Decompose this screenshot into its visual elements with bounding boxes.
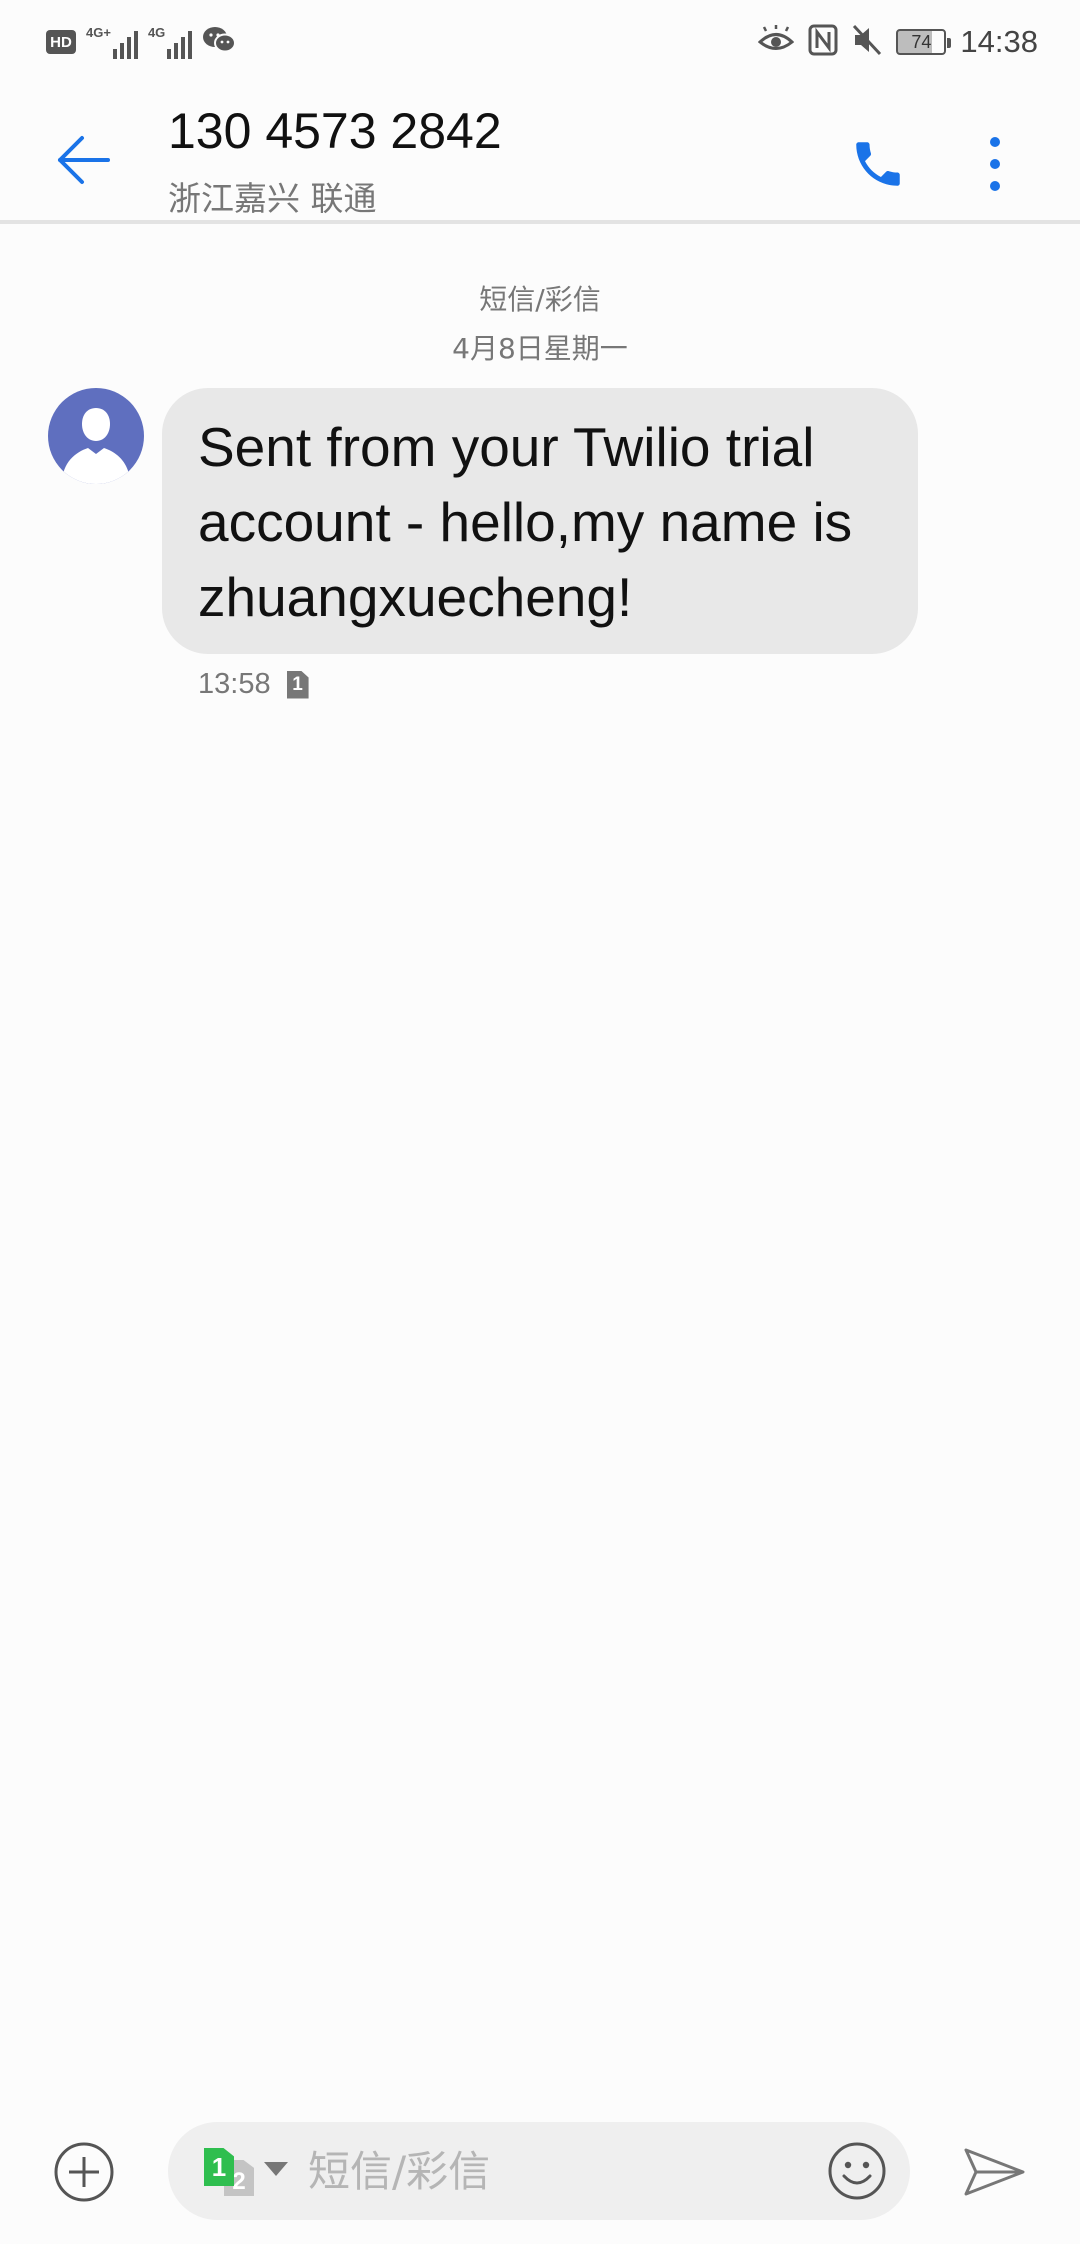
message-bubble[interactable]: Sent from your Twilio trial account - he… [162, 388, 918, 654]
sim-card-icon: 1 [286, 670, 309, 699]
emoji-icon [828, 2142, 886, 2200]
message-type-label: 短信/彩信 [479, 283, 601, 316]
battery-icon: 74 [896, 29, 952, 55]
nfc-icon [808, 24, 838, 60]
composer: 1 2 [168, 2122, 910, 2220]
send-icon [964, 2148, 1025, 2196]
contact-number: 130 4573 2842 [168, 103, 502, 159]
contact-location: 浙江嘉兴 联通 [168, 179, 377, 218]
battery-level: 74 [911, 31, 932, 52]
emoji-button[interactable] [824, 2138, 890, 2204]
sim1-icon: 1 [204, 2148, 234, 2186]
more-options-button[interactable] [960, 124, 1030, 204]
signal-icon [167, 29, 193, 59]
send-button[interactable] [960, 2140, 1030, 2204]
hd-icon: HD [46, 30, 76, 54]
add-icon [54, 2142, 114, 2202]
sim2-signal: 4G [147, 25, 193, 59]
sim1-network-label: 4G+ [86, 25, 111, 40]
eye-icon [758, 25, 795, 59]
status-left: HD 4G+ 4G [46, 22, 237, 62]
sim1-signal: 4G+ [86, 25, 138, 59]
call-button[interactable] [838, 124, 918, 204]
mute-icon [852, 24, 882, 60]
more-vert-icon [990, 137, 1000, 191]
status-bar: HD 4G+ 4G 74 14:38 [0, 0, 1080, 84]
person-icon [62, 408, 130, 484]
caret-down-icon [264, 2162, 288, 2176]
status-time: 14:38 [960, 24, 1038, 59]
signal-icon [112, 29, 138, 59]
message-meta: 13:58 1 [198, 668, 309, 701]
conversation-header: 130 4573 2842 浙江嘉兴 联通 [0, 84, 1080, 224]
sim-selector[interactable]: 1 2 [204, 2146, 290, 2198]
status-right: 74 14:38 [758, 18, 1038, 66]
back-button[interactable] [44, 120, 124, 200]
message-text: Sent from your Twilio trial account - he… [198, 416, 883, 628]
message-input[interactable] [308, 2136, 728, 2206]
avatar[interactable] [48, 388, 144, 484]
sim2-network-label: 4G [147, 25, 166, 40]
wechat-icon [202, 25, 237, 59]
back-arrow-icon [58, 136, 110, 184]
phone-icon [856, 142, 900, 186]
add-attachment-button[interactable] [52, 2140, 116, 2204]
message-date-label: 4月8日星期一 [452, 332, 628, 365]
message-time: 13:58 [198, 668, 271, 700]
